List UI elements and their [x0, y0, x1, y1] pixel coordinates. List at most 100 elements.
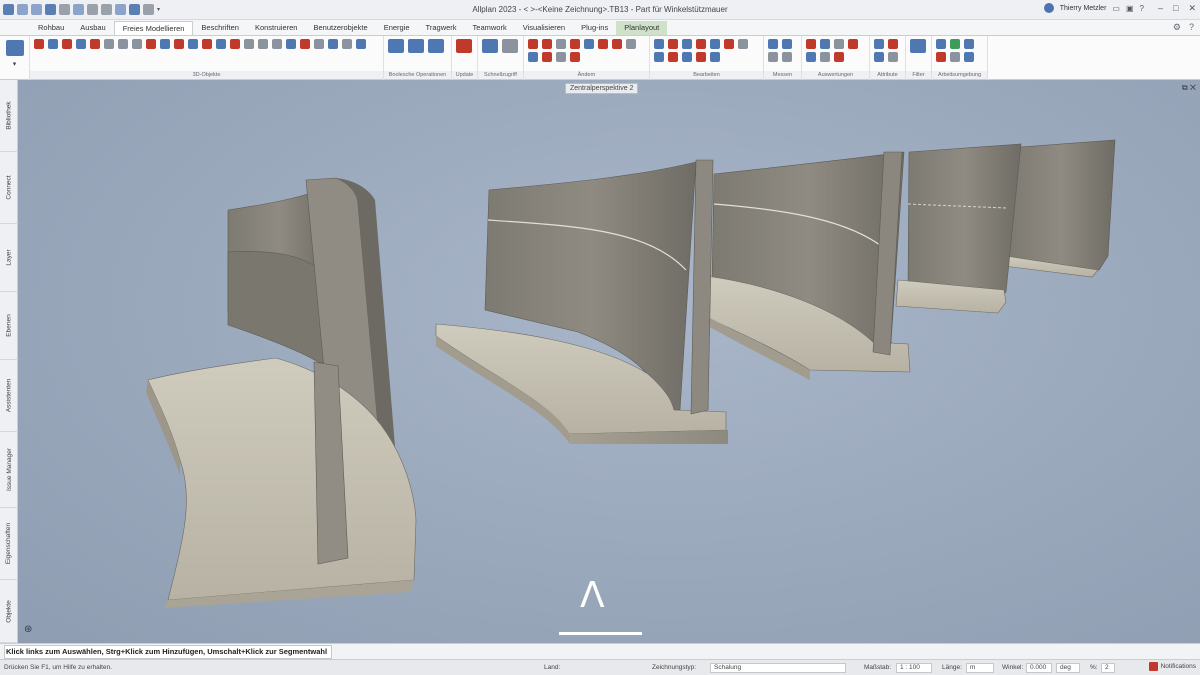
tab-freies-modellieren[interactable]: Freies Modellieren	[113, 21, 194, 35]
trim-icon[interactable]	[556, 39, 566, 49]
help-icon[interactable]: ?	[1140, 4, 1144, 13]
table-icon[interactable]	[806, 52, 816, 62]
rotate-icon[interactable]	[682, 39, 692, 49]
tab-benutzerobjekte[interactable]: Benutzerobjekte	[305, 21, 375, 35]
offset-icon[interactable]	[570, 39, 580, 49]
print-icon[interactable]	[59, 4, 70, 15]
sweep-icon[interactable]	[146, 39, 156, 49]
box-icon[interactable]	[48, 39, 58, 49]
column-icon[interactable]	[118, 39, 128, 49]
stretch-icon[interactable]	[584, 39, 594, 49]
save-icon[interactable]	[45, 4, 56, 15]
percent-field[interactable]: 2	[1101, 663, 1115, 673]
tab-konstruieren[interactable]: Konstruieren	[247, 21, 306, 35]
side-tab-ebenen[interactable]: Ebenen	[0, 292, 18, 360]
chamfer-icon[interactable]	[244, 39, 254, 49]
side-tab-bibliothek[interactable]: Bibliothek	[0, 80, 18, 152]
angle-unit-field[interactable]: deg	[1056, 663, 1080, 673]
profile-icon[interactable]	[132, 39, 142, 49]
match-icon[interactable]	[682, 52, 692, 62]
measure-point-icon[interactable]	[782, 52, 792, 62]
open-file-icon[interactable]	[31, 4, 42, 15]
join-icon[interactable]	[314, 39, 324, 49]
filter-funnel-icon[interactable]	[910, 39, 926, 53]
measure-distance-icon[interactable]	[768, 39, 778, 49]
fit-view-icon[interactable]	[964, 39, 974, 49]
scale-field[interactable]: 1 : 100	[896, 663, 932, 673]
legend-icon[interactable]	[820, 39, 830, 49]
angle-field[interactable]: 0.000	[1026, 663, 1052, 673]
extrude-icon[interactable]	[104, 39, 114, 49]
line-3d-icon[interactable]	[34, 39, 44, 49]
loft-icon[interactable]	[188, 39, 198, 49]
split-icon[interactable]	[258, 39, 268, 49]
report-icon[interactable]	[806, 39, 816, 49]
measure-angle-icon[interactable]	[782, 39, 792, 49]
maximize-icon[interactable]: □	[1173, 3, 1178, 14]
tab-rohbau[interactable]: Rohbau	[30, 21, 72, 35]
subtract-icon[interactable]	[408, 39, 424, 53]
copy-icon[interactable]	[654, 39, 664, 49]
mirror-3d-icon[interactable]	[272, 39, 282, 49]
retaining-wall-front[interactable]	[146, 177, 417, 608]
union-icon[interactable]	[388, 39, 404, 53]
tab-energie[interactable]: Energie	[376, 21, 418, 35]
plot-icon[interactable]	[73, 4, 84, 15]
retaining-wall-4[interactable]	[1003, 139, 1116, 278]
coordinate-icon[interactable]	[936, 52, 946, 62]
minimize-icon[interactable]: –	[1158, 3, 1163, 14]
drawing-type-field[interactable]: Schalung	[710, 663, 846, 673]
scale-icon[interactable]	[528, 52, 538, 62]
attribute-assign-icon[interactable]	[874, 39, 884, 49]
rotate-body-icon[interactable]	[174, 39, 184, 49]
shell-icon[interactable]	[202, 39, 212, 49]
folder-icon[interactable]: ▭	[1112, 4, 1120, 13]
label-icon[interactable]	[834, 52, 844, 62]
side-tab-eigenschaften[interactable]: Eigenschaften	[0, 508, 18, 580]
transfer-icon[interactable]	[668, 52, 678, 62]
navigation-compass-icon[interactable]: ⊛	[24, 624, 32, 635]
help-circle-icon[interactable]: ?	[1189, 22, 1194, 33]
attribute-match-icon[interactable]	[874, 52, 884, 62]
intersect-icon[interactable]	[428, 39, 444, 53]
cylinder-icon[interactable]	[62, 39, 72, 49]
quantity-icon[interactable]	[848, 39, 858, 49]
arch-icon[interactable]	[160, 39, 170, 49]
align-icon[interactable]	[626, 39, 636, 49]
tab-visualisieren[interactable]: Visualisieren	[515, 21, 573, 35]
undo-icon[interactable]	[87, 4, 98, 15]
tab-planlayout[interactable]: Planlayout	[616, 21, 668, 35]
length-unit-field[interactable]: m	[966, 663, 994, 673]
surface-icon[interactable]	[286, 39, 296, 49]
update-icon[interactable]	[456, 39, 472, 53]
cart-icon[interactable]: ▣	[1126, 4, 1134, 13]
side-tab-layer[interactable]: Layer	[0, 224, 18, 292]
close-icon[interactable]: ✕	[1188, 3, 1196, 14]
distort-icon[interactable]	[654, 52, 664, 62]
tab-tragwerk[interactable]: Tragwerk	[418, 21, 465, 35]
tab-teamwork[interactable]: Teamwork	[465, 21, 515, 35]
3d-viewport[interactable]: Zentralperspektive 2 ⧉ ✕ ⊛ Λ	[18, 80, 1200, 643]
copy-mirror-icon[interactable]	[738, 39, 748, 49]
reset-icon[interactable]	[710, 52, 720, 62]
settings-gear-icon[interactable]: ⚙	[1173, 22, 1181, 33]
side-tab-objekte[interactable]: Objekte	[0, 580, 18, 643]
tab-plug-ins[interactable]: Plug-ins	[573, 21, 616, 35]
mesh-icon[interactable]	[328, 39, 338, 49]
mirror-icon[interactable]	[696, 39, 706, 49]
layout-icon[interactable]	[129, 4, 140, 15]
viewport-title[interactable]: Zentralperspektive 2	[565, 83, 639, 94]
array-icon[interactable]	[710, 39, 720, 49]
new-file-icon[interactable]	[17, 4, 28, 15]
retaining-wall-2[interactable]	[705, 151, 911, 380]
user-name[interactable]: Thierry Metzler	[1060, 5, 1107, 12]
reshape-icon[interactable]	[570, 52, 580, 62]
attribute-delete-icon[interactable]	[888, 52, 898, 62]
section-icon[interactable]	[356, 39, 366, 49]
sphere-icon[interactable]	[90, 39, 100, 49]
user-icon[interactable]	[1043, 3, 1054, 13]
delete-icon[interactable]	[724, 39, 734, 49]
tools-icon[interactable]	[143, 4, 154, 15]
side-tab-issue-manager[interactable]: Issue Manager	[0, 432, 18, 508]
edit-points-icon[interactable]	[556, 52, 566, 62]
